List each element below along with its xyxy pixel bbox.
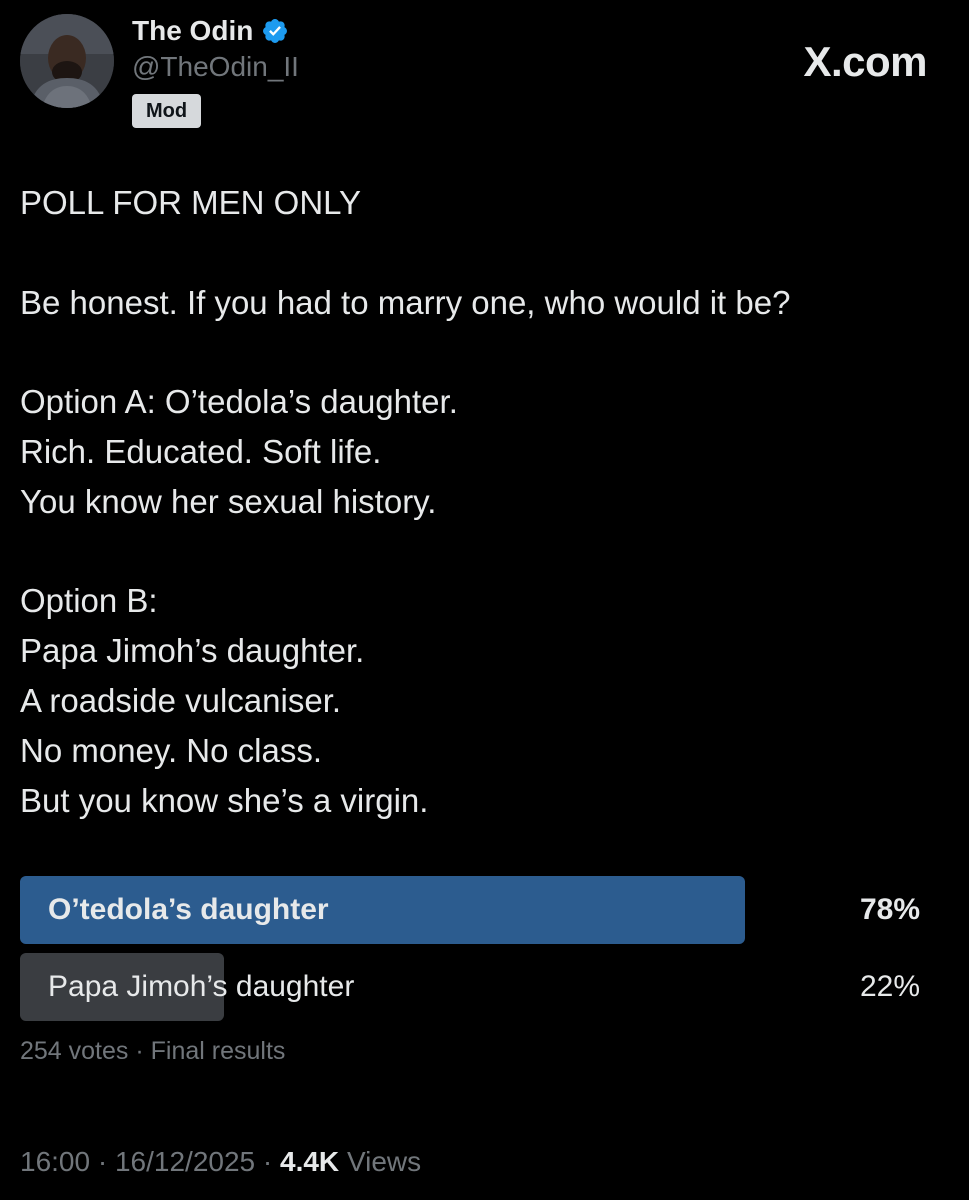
tweet-line: You know her sexual history. bbox=[20, 482, 437, 520]
tweet-line: Option B: bbox=[20, 582, 158, 620]
tweet-line: Be honest. If you had to marry one, who … bbox=[20, 283, 791, 321]
avatar[interactable] bbox=[20, 14, 114, 108]
display-name[interactable]: The Odin bbox=[132, 14, 253, 48]
poll-option-percent: 22% bbox=[859, 970, 920, 1003]
tweet-line-break bbox=[20, 228, 940, 278]
separator: · bbox=[135, 1037, 144, 1065]
avatar-image bbox=[20, 14, 114, 108]
poll-option-a: O’tedola’s daughter 78% bbox=[20, 876, 920, 944]
tweet-line: Papa Jimoh’s daughter. bbox=[20, 632, 365, 670]
views-label: Views bbox=[346, 1146, 422, 1177]
tweet-line: Option A: O’tedola’s daughter. bbox=[20, 383, 458, 421]
tweet-line: No money. No class. bbox=[20, 731, 322, 769]
brand-watermark: X.com bbox=[803, 38, 927, 85]
tweet-text: POLL FOR MEN ONLY Be honest. If you had … bbox=[20, 178, 940, 825]
tweet-line: But you know she’s a virgin. bbox=[20, 781, 429, 819]
poll-option-label: O’tedola’s daughter bbox=[48, 893, 329, 926]
poll: O’tedola’s daughter 78% Papa Jimoh’s dau… bbox=[20, 876, 920, 1071]
poll-meta: 254 votes · Final results bbox=[20, 1031, 920, 1071]
poll-option-percent: 78% bbox=[859, 893, 920, 926]
post-date[interactable]: 16/12/2025 bbox=[115, 1146, 255, 1177]
verified-badge-icon bbox=[261, 17, 289, 45]
tweet-line-break bbox=[20, 327, 940, 377]
tweet-timestamp: 16:00 · 16/12/2025 · 4.4K Views bbox=[20, 1140, 421, 1184]
separator: · bbox=[97, 1146, 108, 1177]
tweet-header: The Odin @TheOdin_II Mod X.com bbox=[20, 14, 949, 134]
views-count: 4.4K bbox=[280, 1146, 340, 1177]
tweet-line-break bbox=[20, 527, 940, 577]
tweet-line: A roadside vulcaniser. bbox=[20, 681, 342, 719]
mod-badge: Mod bbox=[132, 94, 202, 128]
user-handle[interactable]: @TheOdin_II bbox=[132, 50, 299, 84]
separator: · bbox=[262, 1146, 273, 1177]
tweet-line: Rich. Educated. Soft life. bbox=[20, 432, 382, 470]
poll-option-b: Papa Jimoh’s daughter 22% bbox=[20, 953, 920, 1021]
poll-status: Final results bbox=[150, 1037, 286, 1065]
tweet-line: POLL FOR MEN ONLY bbox=[20, 184, 362, 221]
post-time[interactable]: 16:00 bbox=[20, 1146, 90, 1177]
poll-vote-count[interactable]: 254 votes bbox=[20, 1037, 128, 1065]
poll-option-label: Papa Jimoh’s daughter bbox=[48, 970, 355, 1003]
